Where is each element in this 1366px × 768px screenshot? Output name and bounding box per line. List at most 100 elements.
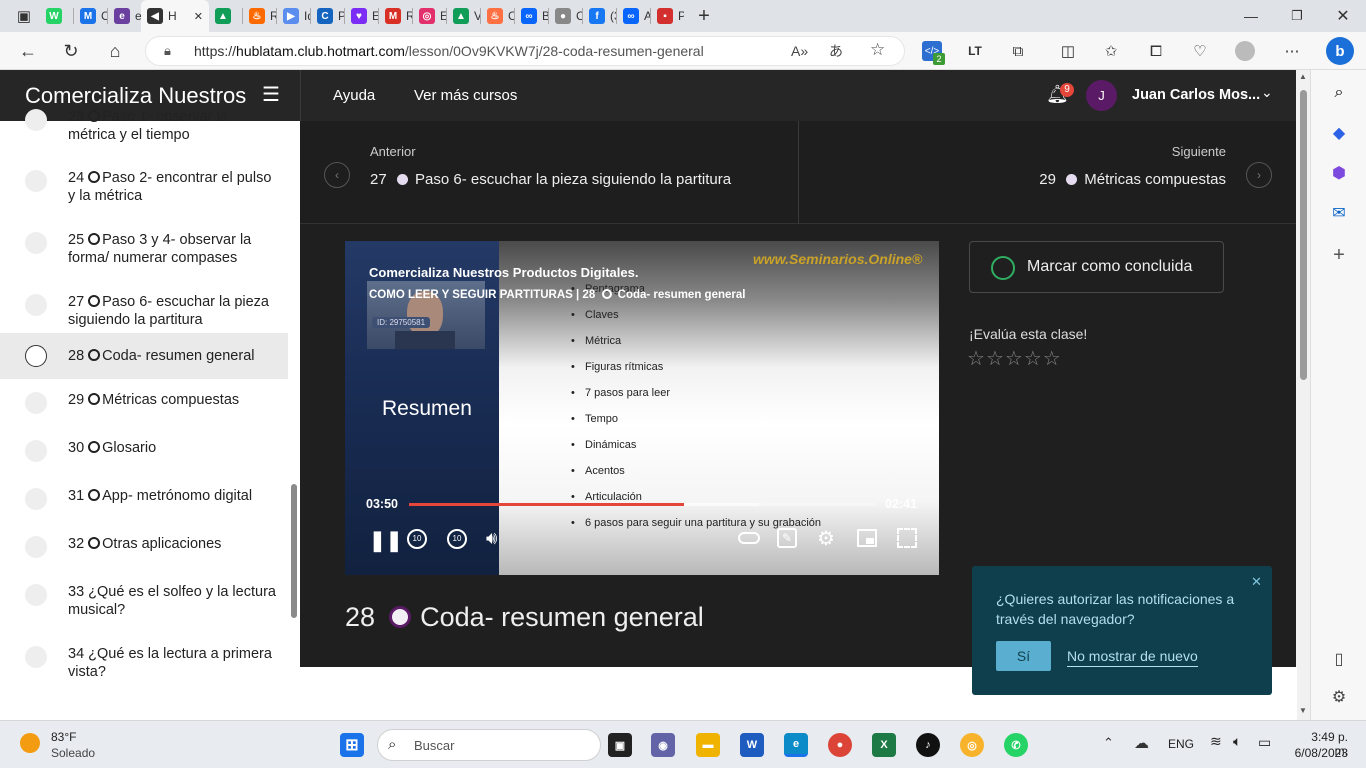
- split-screen-icon[interactable]: ◫: [1058, 41, 1078, 61]
- browser-tab[interactable]: ▶Ideas: [277, 0, 310, 32]
- outlook-icon[interactable]: ✉: [1328, 202, 1350, 224]
- scroll-down-arrow-icon[interactable]: ▼: [1299, 706, 1307, 715]
- allow-notifications-button[interactable]: Sí: [996, 641, 1051, 671]
- back-button[interactable]: ←: [14, 37, 42, 65]
- shopping-tag-icon[interactable]: ◆: [1328, 122, 1350, 144]
- minimize-button[interactable]: —: [1228, 0, 1274, 32]
- previous-chevron-icon[interactable]: ‹: [324, 162, 350, 188]
- hide-sidebar-icon[interactable]: ▯: [1328, 648, 1350, 670]
- picture-in-picture-icon[interactable]: [857, 529, 877, 547]
- browser-tab[interactable]: MRecib: [379, 0, 412, 32]
- profile-avatar-icon[interactable]: [1235, 41, 1255, 61]
- more-courses-link[interactable]: Ver más cursos: [414, 87, 517, 104]
- rating-star-icon[interactable]: ☆: [1043, 348, 1061, 370]
- rewind-10-icon[interactable]: 10: [407, 529, 427, 549]
- favorites-icon[interactable]: ✩: [1101, 41, 1121, 61]
- browser-essentials-icon[interactable]: ♡: [1190, 41, 1210, 61]
- browser-tab[interactable]: ▲Video: [447, 0, 480, 32]
- next-lesson-link[interactable]: 29 Métricas compuestas: [1039, 171, 1226, 188]
- sidebar-lesson-item[interactable]: 27 Paso 6- escuchar la pieza siguiendo la…: [0, 283, 288, 329]
- next-chevron-icon[interactable]: ›: [1246, 162, 1272, 188]
- close-popup-icon[interactable]: ✕: [1251, 574, 1262, 590]
- pause-icon[interactable]: ❚❚: [369, 528, 403, 553]
- sidebar-lesson-item[interactable]: 29 Métricas compuestas: [0, 381, 288, 427]
- language-tool-icon[interactable]: LT: [965, 41, 985, 61]
- add-sidebar-app-icon[interactable]: +: [1328, 244, 1350, 266]
- sidebar-lesson-item[interactable]: 25 Paso 3 y 4- observar la forma/ numerar…: [0, 221, 288, 267]
- browser-tab[interactable]: ◀ H ✕: [141, 0, 209, 32]
- sidebar-lesson-item[interactable]: 23 Paso 1- observar la métrica y el tiemp…: [0, 98, 288, 144]
- page-scrollbar-thumb[interactable]: [1300, 90, 1307, 380]
- browser-tab[interactable]: eeCom: [108, 0, 141, 32]
- sidebar-lesson-item[interactable]: 24 Paso 2- encontrar el pulso y la métric…: [0, 159, 288, 205]
- progress-track[interactable]: [409, 503, 875, 506]
- scroll-up-arrow-icon[interactable]: ▲: [1299, 72, 1307, 81]
- norton-vpn-icon[interactable]: ◎: [960, 733, 984, 757]
- onedrive-cloud-icon[interactable]: ☁: [1134, 734, 1149, 752]
- sidebar-lesson-item[interactable]: 32 Otras aplicaciones: [0, 525, 288, 571]
- home-button[interactable]: ⌂: [101, 37, 129, 65]
- show-hidden-icons-chevron-icon[interactable]: ⌃: [1103, 735, 1114, 751]
- settings-gear-icon[interactable]: ⚙: [817, 526, 835, 551]
- forward-10-icon[interactable]: 10: [447, 529, 467, 549]
- browser-tab[interactable]: f(3) Fa: [583, 0, 616, 32]
- tiktok-icon[interactable]: ♪: [916, 733, 940, 757]
- sidebar-settings-gear-icon[interactable]: ⚙: [1328, 686, 1350, 708]
- rating-star-icon[interactable]: ☆: [986, 348, 1004, 370]
- browser-tab[interactable]: ◎Empr: [413, 0, 446, 32]
- bing-copilot-icon[interactable]: b: [1326, 37, 1354, 65]
- weather-temperature[interactable]: 83°F: [51, 730, 76, 744]
- favorite-star-icon[interactable]: ☆: [870, 36, 885, 64]
- rating-star-icon[interactable]: ☆: [1024, 348, 1042, 370]
- sidebar-lesson-item[interactable]: 30 Glosario: [0, 429, 288, 475]
- word-icon[interactable]: W: [740, 733, 764, 757]
- mark-complete-button[interactable]: Marcar como concluida: [969, 241, 1224, 293]
- help-link[interactable]: Ayuda: [333, 87, 375, 104]
- browser-tab[interactable]: MCorre: [74, 0, 107, 32]
- clock-date[interactable]: 6/08/2023: [1288, 746, 1348, 760]
- speed-toggle-icon[interactable]: [738, 532, 760, 544]
- close-tab-icon[interactable]: ✕: [194, 10, 203, 23]
- sidebar-lesson-item[interactable]: 28 Coda- resumen general: [0, 333, 288, 379]
- rating-star-icon[interactable]: ☆: [1005, 348, 1023, 370]
- fullscreen-icon[interactable]: [897, 528, 917, 548]
- chrome-icon[interactable]: ●: [828, 733, 852, 757]
- dont-show-again-link[interactable]: No mostrar de nuevo: [1067, 648, 1198, 667]
- new-tab-button[interactable]: +: [690, 2, 718, 30]
- browser-tab[interactable]: ●COM: [549, 0, 582, 32]
- page-scrollbar[interactable]: ▲ ▼: [1297, 70, 1310, 720]
- extensions-puzzle-icon[interactable]: ⧉: [1008, 41, 1028, 61]
- notes-pencil-icon[interactable]: ✎: [777, 528, 797, 548]
- browser-tab[interactable]: CPlanti: [311, 0, 344, 32]
- windows-start-icon[interactable]: ⊞: [340, 733, 364, 757]
- translate-icon[interactable]: あ: [829, 37, 843, 65]
- edge-browser-icon[interactable]: e: [784, 733, 808, 757]
- user-name[interactable]: Juan Carlos Mos...: [1132, 87, 1260, 103]
- reload-button[interactable]: ↻: [57, 37, 85, 65]
- browser-tab[interactable]: ▲: [209, 0, 242, 32]
- settings-more-icon[interactable]: ⋯: [1282, 41, 1302, 61]
- sidebar-lesson-item[interactable]: 34 ¿Qué es la lectura a primera vista?: [0, 635, 288, 681]
- task-view-icon[interactable]: ▣: [608, 733, 632, 757]
- excel-icon[interactable]: X: [872, 733, 896, 757]
- sidebar-lesson-item[interactable]: 33 ¿Qué es el solfeo y la lectura musica…: [0, 573, 288, 619]
- browser-tab[interactable]: W: [40, 0, 73, 32]
- speaker-icon[interactable]: 🔈︎: [1233, 733, 1241, 750]
- taskbar-search-box[interactable]: ⌕ Buscar: [377, 729, 601, 761]
- user-menu-chevron-down-icon[interactable]: ⌄: [1261, 84, 1273, 101]
- input-language[interactable]: ENG: [1168, 737, 1194, 751]
- volume-icon[interactable]: 🔊︎: [486, 528, 497, 549]
- weather-description[interactable]: Soleado: [51, 746, 95, 760]
- browser-tab[interactable]: ♨Como: [481, 0, 514, 32]
- browser-tab[interactable]: ♥Eres c: [345, 0, 378, 32]
- browser-tab[interactable]: ▪ Partit: [651, 0, 684, 32]
- sidebar-scrollbar-thumb[interactable]: [291, 484, 297, 618]
- rating-star-icon[interactable]: ☆: [967, 348, 985, 370]
- restore-button[interactable]: ❐: [1274, 0, 1320, 32]
- teams-chat-icon[interactable]: ◉: [651, 733, 675, 757]
- search-icon[interactable]: ⌕: [1328, 82, 1350, 104]
- user-avatar[interactable]: J: [1086, 80, 1117, 111]
- read-aloud-icon[interactable]: A»: [791, 37, 808, 65]
- whatsapp-icon[interactable]: ✆: [1004, 733, 1028, 757]
- previous-lesson-link[interactable]: 27 Paso 6- escuchar la pieza siguiendo l…: [370, 171, 731, 188]
